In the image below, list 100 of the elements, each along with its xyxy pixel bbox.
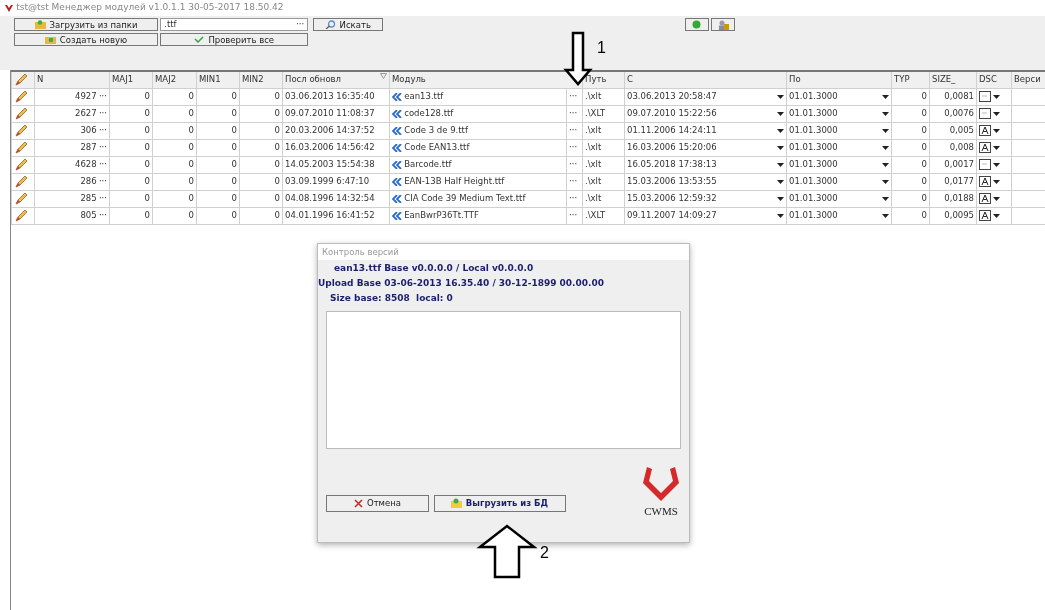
- table-cell: 0: [109, 139, 153, 156]
- table-cell: 20.03.2006 14:37:52: [282, 122, 390, 139]
- search-button[interactable]: Искать: [312, 18, 383, 31]
- dropdown-caret-icon: [882, 94, 889, 99]
- ellipsis-button[interactable]: ···: [98, 107, 107, 120]
- double-chevron-icon: [392, 109, 402, 118]
- table-cell: 03.06.2013 16:35:40: [282, 88, 390, 105]
- table-cell: 306: [80, 124, 97, 137]
- table-cell: 09.11.2007 14:09:27: [627, 209, 717, 222]
- table-cell: 0: [891, 122, 930, 139]
- ellipsis-button[interactable]: ···: [566, 156, 583, 173]
- column-header: Путь: [582, 71, 625, 88]
- filter-field[interactable]: .ttf ···: [160, 18, 309, 31]
- pencil-icon: [14, 90, 28, 103]
- document-icon: [979, 91, 991, 102]
- ellipsis-button[interactable]: ···: [566, 105, 583, 122]
- cancel-button[interactable]: Отмена: [326, 494, 429, 512]
- table-cell: 285: [80, 192, 97, 205]
- ellipsis-button[interactable]: ···: [98, 175, 107, 188]
- table-cell: 0: [196, 122, 240, 139]
- table-cell: 01.01.3000: [789, 107, 838, 120]
- table-cell: 09.07.2010 11:08:37: [282, 105, 390, 122]
- ellipsis-button[interactable]: ···: [98, 141, 107, 154]
- dropdown-caret-icon: [993, 145, 1001, 150]
- ellipsis-button[interactable]: ···: [566, 190, 583, 207]
- column-header: TYP: [891, 71, 930, 88]
- table-cell: 0,005: [929, 122, 977, 139]
- table-cell: 0: [109, 105, 153, 122]
- toolbar-button[interactable]: [684, 18, 709, 31]
- ellipsis-button[interactable]: ···: [98, 124, 107, 137]
- ellipsis-button[interactable]: ···: [566, 173, 583, 190]
- dropdown-caret-icon: [777, 213, 784, 218]
- table-cell: 805: [80, 209, 97, 222]
- table-cell: 0: [109, 207, 153, 224]
- ellipsis-button[interactable]: ···: [566, 139, 583, 156]
- column-header: SIZE_: [929, 71, 977, 88]
- document-icon: [979, 159, 991, 170]
- table-cell: 0: [891, 88, 930, 105]
- search-icon: [324, 20, 336, 29]
- font-letter-icon: [979, 125, 991, 136]
- table-cell: .\xlt: [582, 190, 625, 207]
- browse-button[interactable]: ···: [296, 18, 305, 31]
- table-cell: 14.05.2003 15:54:38: [282, 156, 390, 173]
- table-cell: 0: [152, 139, 197, 156]
- column-header: MIN2: [239, 71, 283, 88]
- dropdown-caret-icon: [882, 111, 889, 116]
- table-cell: .\xlt: [582, 173, 625, 190]
- table-cell: 0: [152, 207, 197, 224]
- pencil-icon: [14, 209, 28, 222]
- column-header: С: [624, 71, 787, 88]
- ellipsis-button[interactable]: ···: [98, 90, 107, 103]
- table-cell: 0,0017: [929, 156, 977, 173]
- ellipsis-button[interactable]: ···: [98, 209, 107, 222]
- table-cell: 0: [239, 88, 283, 105]
- export-button[interactable]: Выгрузить из БД: [433, 494, 566, 512]
- annotation-label: 1: [597, 38, 606, 58]
- dropdown-caret-icon: [777, 111, 784, 116]
- check-all-button[interactable]: Проверить все: [160, 33, 309, 47]
- toolbar-button[interactable]: [711, 18, 735, 31]
- table-cell: 0: [239, 173, 283, 190]
- table-cell: 0,008: [929, 139, 977, 156]
- table-cell: 0: [196, 156, 240, 173]
- table-cell: 16.03.2006 14:56:42: [282, 139, 390, 156]
- table-cell: 0: [109, 173, 153, 190]
- table-cell: 2627: [75, 107, 97, 120]
- ellipsis-button[interactable]: ···: [98, 192, 107, 205]
- table-cell: 0: [891, 105, 930, 122]
- table-cell: 0,0076: [929, 105, 977, 122]
- table-cell: 0: [109, 122, 153, 139]
- dropdown-caret-icon: [777, 162, 784, 167]
- table-cell: 0,0188: [929, 190, 977, 207]
- table-cell: 0,0081: [929, 88, 977, 105]
- table-cell: EanBwrP36Tt.TTF: [404, 209, 479, 222]
- table-cell: Barcode.ttf: [404, 158, 452, 171]
- table-cell: 0: [196, 173, 240, 190]
- double-chevron-icon: [392, 177, 402, 186]
- pencil-icon: [14, 192, 28, 205]
- double-chevron-icon: [392, 92, 402, 101]
- create-new-button[interactable]: Создать новую: [14, 33, 158, 47]
- font-letter-icon: [979, 210, 991, 221]
- dropdown-caret-icon: [993, 196, 1001, 201]
- load-folder-button[interactable]: Загрузить из папки: [14, 18, 158, 31]
- table-cell: 0: [196, 190, 240, 207]
- ellipsis-button[interactable]: ···: [566, 207, 583, 224]
- table-cell: 0,0095: [929, 207, 977, 224]
- ellipsis-button[interactable]: ···: [566, 88, 583, 105]
- font-letter-icon: [979, 193, 991, 204]
- table-cell: 03.06.2013 20:58:47: [627, 90, 717, 103]
- ellipsis-button[interactable]: ···: [566, 122, 583, 139]
- table-cell: 0: [152, 105, 197, 122]
- ellipsis-button[interactable]: ···: [98, 158, 107, 171]
- table-cell: 4927: [75, 90, 97, 103]
- pencil-icon: [14, 107, 28, 120]
- table-cell: 0: [152, 156, 197, 173]
- info-text: ean13.ttf Base v0.0.0.0 / Local v0.0.0.0: [333, 262, 535, 276]
- folder-icon: [450, 498, 462, 509]
- check-icon: [194, 36, 205, 44]
- dropdown-caret-icon: [777, 128, 784, 133]
- table-cell: 01.01.3000: [789, 175, 838, 188]
- table-cell: 0: [196, 207, 240, 224]
